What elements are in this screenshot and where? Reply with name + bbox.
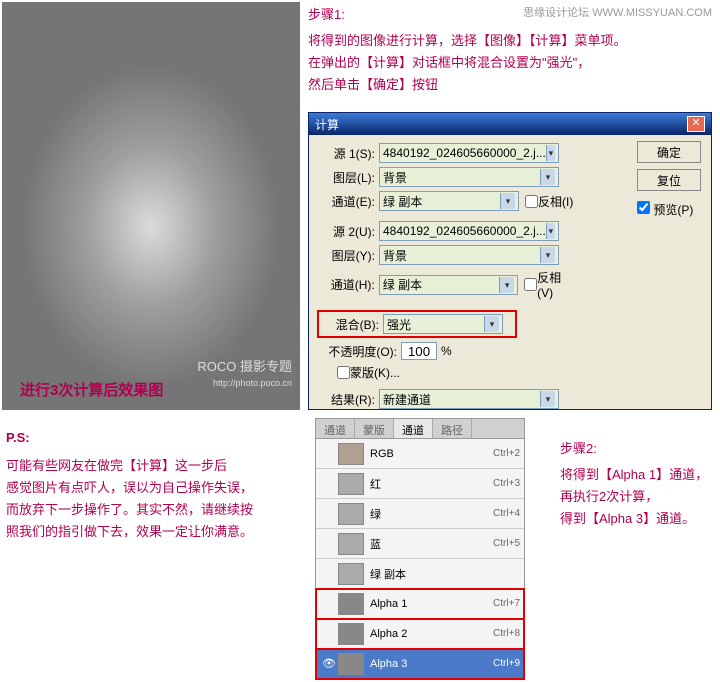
mask-checkbox[interactable] [337,366,350,379]
channel-row-蓝[interactable]: 蓝Ctrl+5 [316,529,524,559]
ps-text: 可能有些网友在做完【计算】这一步后 感觉图片有点吓人，误以为自己操作失误， 而放… [6,455,306,543]
channel-name: RGB [370,448,493,460]
opacity-input[interactable] [401,342,437,360]
channels-tabs: 通道 蒙版 通道 路径 [316,419,524,439]
chevron-down-icon: ▾ [540,247,555,263]
channel-shortcut: Ctrl+7 [493,598,520,609]
step2-text: 将得到【Alpha 1】通道， 再执行2次计算， 得到【Alpha 3】通道。 [560,464,708,530]
channel-shortcut: Ctrl+2 [493,448,520,459]
channel-name: 蓝 [370,536,493,552]
tab-paths[interactable]: 路径 [433,419,472,438]
channel-name: Alpha 3 [370,658,493,670]
cancel-button[interactable]: 复位 [637,169,701,191]
invert1-checkbox[interactable] [525,195,538,208]
chevron-down-icon: ▾ [546,145,555,161]
layer2-select[interactable]: 背景▾ [379,245,559,265]
blend-label: 混合(B): [321,316,383,333]
result-label: 结果(R): [317,391,379,408]
channel1-select[interactable]: 绿 副本▾ [379,191,519,211]
channel-shortcut: Ctrl+3 [493,478,520,489]
dialog-title-text: 计算 [315,116,339,133]
tab-layers[interactable]: 通道 [316,419,355,438]
channel-row-绿[interactable]: 绿Ctrl+4 [316,499,524,529]
channel-thumb [338,473,364,495]
photo-watermark: ROCO 摄影专题 [197,356,292,375]
channel-thumb [338,503,364,525]
source1-label: 源 1(S): [317,145,379,162]
chevron-down-icon: ▾ [540,169,555,185]
channel-shortcut: Ctrl+9 [493,658,520,669]
channel-thumb [338,563,364,585]
channel-row-红[interactable]: 红Ctrl+3 [316,469,524,499]
layer1-select[interactable]: 背景▾ [379,167,559,187]
dialog-titlebar[interactable]: 计算 ✕ [309,113,711,135]
invert2-checkbox[interactable] [524,278,537,291]
chevron-down-icon: ▾ [540,391,555,407]
channel-row-Alpha 3[interactable]: 👁 Alpha 3Ctrl+9 [316,649,524,679]
chevron-down-icon: ▾ [499,277,514,293]
source2-label: 源 2(U): [317,223,379,240]
channel-name: 绿 副本 [370,566,520,582]
chevron-down-icon: ▾ [546,223,555,239]
channel2-label: 通道(H): [317,276,379,293]
opacity-pct: % [441,344,452,358]
ok-button[interactable]: 确定 [637,141,701,163]
result-select[interactable]: 新建通道▾ [379,389,559,409]
chevron-down-icon: ▾ [484,316,499,332]
photo-watermark-url: http://photo.poco.cn [213,378,292,388]
channel-shortcut: Ctrl+5 [493,538,520,549]
channel-row-绿 副本[interactable]: 绿 副本 [316,559,524,589]
preview-image: ROCO 摄影专题 http://photo.poco.cn 进行3次计算后效果… [2,2,300,410]
step2-title: 步骤2: [560,438,597,457]
channel-thumb [338,593,364,615]
calculations-dialog: 计算 ✕ 源 1(S): 4840192_024605660000_2.j...… [308,112,712,410]
channel-row-RGB[interactable]: RGBCtrl+2 [316,439,524,469]
close-icon[interactable]: ✕ [687,116,705,132]
channel2-select[interactable]: 绿 副本▾ [379,275,518,295]
chevron-down-icon: ▾ [500,193,515,209]
channel-row-Alpha 2[interactable]: Alpha 2Ctrl+8 [316,619,524,649]
ps-title: P.S: [6,430,30,445]
opacity-label: 不透明度(O): [317,343,401,360]
eye-icon[interactable]: 👁 [320,657,338,670]
preview-checkbox[interactable] [637,201,650,214]
tab-channels[interactable]: 通道 [394,419,433,438]
invert2-label: 反相(V) [537,269,577,300]
channel-name: 绿 [370,506,493,522]
channel-name: Alpha 2 [370,628,493,640]
step1-text: 将得到的图像进行计算，选择【图像】【计算】菜单项。 在弹出的【计算】对话框中将混… [308,30,627,96]
layer1-label: 图层(L): [317,169,379,186]
blend-select[interactable]: 强光▾ [383,314,503,334]
layer2-label: 图层(Y): [317,247,379,264]
channel-thumb [338,623,364,645]
channels-panel: 通道 蒙版 通道 路径 RGBCtrl+2红Ctrl+3绿Ctrl+4蓝Ctrl… [315,418,525,680]
channel-name: 红 [370,476,493,492]
preview-label: 预览(P) [653,203,693,217]
step1-title: 步骤1: [308,4,345,23]
channel-row-Alpha 1[interactable]: Alpha 1Ctrl+7 [316,589,524,619]
channel1-label: 通道(E): [317,193,379,210]
tab-masks[interactable]: 蒙版 [355,419,394,438]
photo-caption: 进行3次计算后效果图 [20,379,163,400]
invert1-label: 反相(I) [538,193,573,210]
channel-shortcut: Ctrl+4 [493,508,520,519]
source2-select[interactable]: 4840192_024605660000_2.j...▾ [379,221,559,241]
channel-thumb [338,533,364,555]
channel-thumb [338,443,364,465]
mask-label: 蒙版(K)... [350,364,400,381]
channel-shortcut: Ctrl+8 [493,628,520,639]
channel-name: Alpha 1 [370,598,493,610]
source1-select[interactable]: 4840192_024605660000_2.j...▾ [379,143,559,163]
channel-thumb [338,653,364,675]
site-watermark: 思缘设计论坛 WWW.MISSYUAN.COM [523,4,712,20]
